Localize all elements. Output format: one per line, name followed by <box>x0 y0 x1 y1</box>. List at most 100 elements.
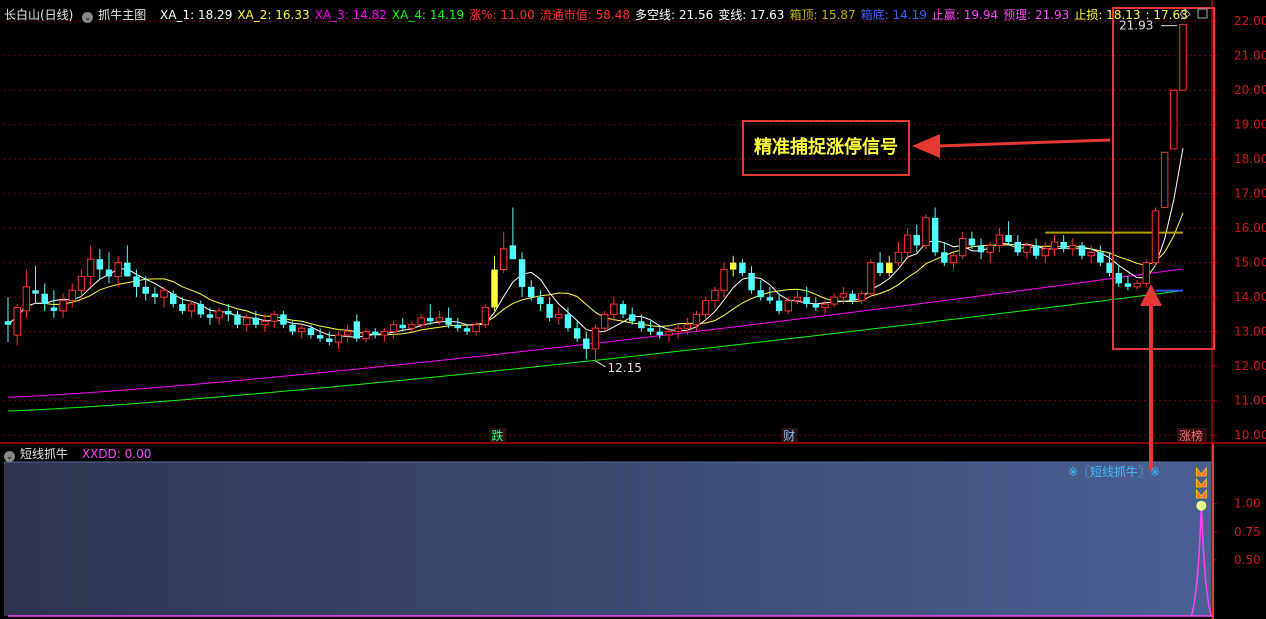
candle-body <box>427 317 434 322</box>
candle-body <box>812 304 820 308</box>
candle-body <box>849 293 856 301</box>
candle-body <box>629 314 636 322</box>
candle-body <box>252 317 260 325</box>
y-tick-label-2: 20.00 <box>1234 83 1266 97</box>
candle-body <box>894 251 903 264</box>
candle-body <box>830 296 838 305</box>
chevron-down-icon[interactable]: ⌄ <box>4 451 15 462</box>
candle-body <box>1032 245 1040 256</box>
y-tick-label-7: 15.00 <box>1234 256 1266 270</box>
y-tick-label-1: 21.00 <box>1234 49 1266 63</box>
candle-body <box>720 269 728 291</box>
y-tick-label-4: 18.00 <box>1234 152 1266 166</box>
candle-body <box>179 304 186 311</box>
candle-body <box>619 304 627 315</box>
candle-body <box>499 248 508 271</box>
candle-body <box>977 245 985 253</box>
legend-item-1: XA_2: 16.33 <box>237 8 310 22</box>
legend-item-11: 预理: 21.93 <box>1003 8 1070 22</box>
candle-body <box>481 306 490 326</box>
candle-body <box>546 304 553 318</box>
stock-name[interactable]: 长白山(日线) <box>4 8 73 22</box>
legend-item-6: 多空线: 21.56 <box>635 8 714 22</box>
candle-body <box>1097 252 1104 263</box>
candle-body <box>50 307 58 311</box>
legend-item-2: XA_3: 14.82 <box>314 8 387 22</box>
candle-body <box>362 331 370 340</box>
y-tick-label-9: 13.00 <box>1234 325 1266 339</box>
candle-body <box>867 262 875 295</box>
main-chart-canvas[interactable]: 22.00 21.00 20.00 19.00 18.00 17.00 16.00 15.00… <box>0 0 1266 619</box>
candle-body <box>353 321 361 339</box>
legend-item-12: 止损: 18.13 <box>1074 8 1141 22</box>
chevron-down-icon[interactable]: ⌄ <box>82 12 94 23</box>
chart-window: 22.00 21.00 20.00 19.00 18.00 17.00 16.00 15.00… <box>0 0 1266 619</box>
candle-body <box>949 255 958 264</box>
candle-body <box>142 286 149 294</box>
limit-up-callout: 精准捕捉涨停信号 <box>742 120 910 176</box>
candle-body <box>86 258 95 277</box>
sub-y-tick-label-0: 1.00 <box>1234 497 1261 511</box>
candle-body <box>1179 24 1187 91</box>
candle-body <box>1041 248 1050 257</box>
candle-body <box>857 293 866 302</box>
legend-item-0: XA_1: 18.29 <box>160 8 233 22</box>
legend-item-3: XA_4: 14.19 <box>391 8 465 22</box>
y-tick-label-11: 11.00 <box>1234 394 1266 408</box>
legend-item-13: : 17.63 <box>1145 8 1188 22</box>
legend-items: XA_1: 18.29 XA_2: 16.33 XA_3: 14.82 XA_4: 1… <box>160 8 1193 22</box>
candle-body <box>1060 241 1067 249</box>
candle-body <box>96 259 104 270</box>
candle-body <box>472 324 480 333</box>
candle-body <box>913 235 921 246</box>
candle-body <box>1023 244 1031 253</box>
candle-body <box>922 217 930 246</box>
candle-body <box>1014 241 1021 253</box>
candle-body <box>326 338 333 342</box>
candle-body <box>124 262 131 277</box>
candle-body <box>463 328 471 332</box>
legend-item-5: 流通市值: 58.48 <box>539 8 631 22</box>
candle-body <box>518 259 526 287</box>
candle-body <box>343 331 352 336</box>
candle-body <box>665 331 673 336</box>
candle-body <box>1160 151 1169 208</box>
candle-body <box>417 317 425 326</box>
candle-body <box>784 300 792 312</box>
main-panel-bg <box>4 4 1212 442</box>
candle-body <box>748 273 755 291</box>
legend-item-10: 止赢: 19.94 <box>931 8 999 22</box>
candle-body <box>261 320 269 326</box>
candle-body <box>647 328 654 332</box>
signal-dot-icon <box>1196 500 1207 511</box>
candle-body <box>133 276 140 287</box>
candle-body <box>1050 241 1059 250</box>
candle-body <box>1142 262 1150 284</box>
formula-toggle[interactable]: ⌄ 抓牛主图 <box>82 8 151 23</box>
sub-legend-items: XXDD: 0.00 <box>82 447 157 461</box>
y-tick-label-3: 19.00 <box>1234 118 1266 132</box>
y-tick-label-5: 17.00 <box>1234 187 1266 201</box>
candle-body <box>13 306 21 336</box>
candle-body <box>41 293 48 305</box>
candle-body <box>59 300 67 312</box>
candle-body <box>307 328 315 336</box>
sub-legend-item-0: XXDD: 0.00 <box>81 447 152 461</box>
sub-y-tick-label-1: 0.75 <box>1234 525 1261 539</box>
candle-body <box>242 317 251 326</box>
candle-body <box>1170 89 1178 150</box>
signal-text: ※〖短线抓牛〗※ <box>1068 464 1160 479</box>
candle-body <box>683 324 692 329</box>
candle-body <box>316 335 324 339</box>
event-label-2: 财 <box>783 429 795 443</box>
candle-body <box>170 293 177 305</box>
candle-body <box>775 300 783 311</box>
sub-panel-bg <box>4 462 1212 616</box>
candle-body <box>729 262 737 270</box>
candle-body <box>114 262 122 277</box>
candle-body <box>986 244 994 253</box>
candle-body <box>234 314 241 325</box>
sub-formula-toggle[interactable]: ⌄ 短线抓牛 <box>4 447 73 462</box>
legend-item-9: 箱底: 14.19 <box>860 8 927 22</box>
main-legend: 长白山(日线) ⌄ 抓牛主图 XA_1: 18.29 XA_2: 16.33 XA_3… <box>4 6 1198 23</box>
